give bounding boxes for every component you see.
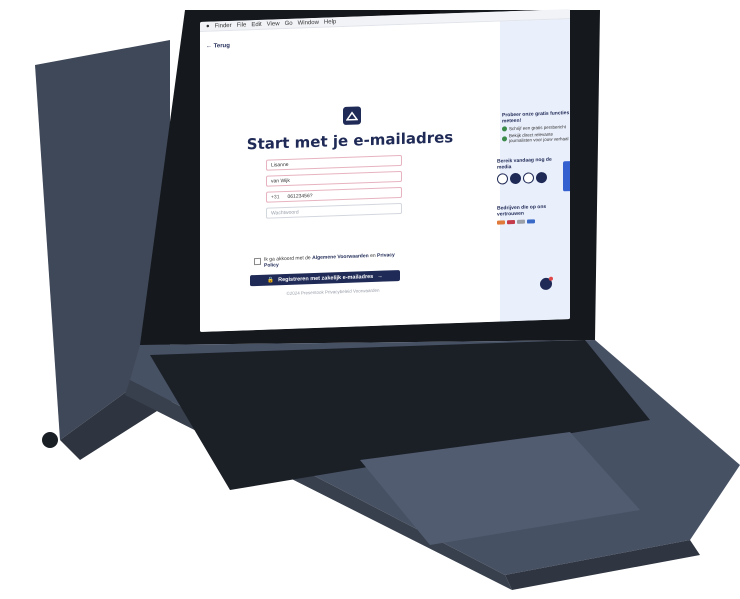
try-features-block: Probeer onze gratis functies meteen! Sch… — [502, 110, 570, 143]
try-item-label: Schrijf een gratis persbericht — [509, 124, 567, 132]
back-link[interactable]: ← Terug — [206, 43, 230, 50]
company-logo — [517, 219, 525, 224]
menu-go[interactable]: Go — [285, 20, 293, 26]
phone-value: 06123456? — [287, 192, 313, 200]
terms-link[interactable]: Algemene Voorwaarden — [312, 253, 369, 261]
consent-checkbox[interactable] — [254, 257, 261, 266]
companies-heading: Bedrijven die op ons vertrouwen — [497, 203, 547, 218]
laptop-scene: ● Finder File Edit View Go Window Help ←… — [0, 0, 740, 599]
media-block: Bereik vandaag nog de media — [497, 156, 567, 185]
company-logo — [507, 219, 515, 225]
try-item: Schrijf een gratis persbericht — [502, 124, 570, 132]
menu-view[interactable]: View — [267, 21, 280, 27]
try-item-label: Bekijk direct relevante journalisten voo… — [509, 131, 569, 144]
apple-icon[interactable]: ● — [206, 23, 210, 29]
menu-edit[interactable]: Edit — [251, 21, 261, 27]
menu-file[interactable]: File — [237, 22, 247, 28]
company-logo — [527, 219, 535, 224]
consent-and: en — [370, 252, 376, 260]
lock-icon: 🔒 — [267, 276, 275, 284]
brand-logo-icon — [343, 106, 361, 126]
media-heading: Bereik vandaag nog de media — [497, 156, 552, 171]
check-icon — [502, 126, 507, 132]
media-logo — [497, 173, 508, 185]
try-heading: Probeer onze gratis functies meteen! — [502, 110, 570, 125]
register-label: Registreren met zakelijk e-mailadres — [278, 273, 374, 283]
laptop-display: ● Finder File Edit View Go Window Help ←… — [200, 9, 570, 332]
feedback-side-tab[interactable] — [563, 161, 570, 192]
phone-prefix[interactable]: +31 — [271, 194, 279, 200]
media-logo — [523, 172, 534, 184]
media-logo — [510, 172, 521, 185]
company-logo — [497, 220, 505, 225]
check-icon — [502, 135, 507, 141]
menu-help[interactable]: Help — [324, 19, 336, 25]
companies-block: Bedrijven die op ons vertrouwen — [497, 203, 567, 225]
media-logo — [536, 171, 547, 184]
menu-finder[interactable]: Finder — [215, 22, 232, 29]
menu-window[interactable]: Window — [298, 19, 319, 26]
back-laptop-foot — [42, 432, 58, 448]
arrow-right-icon: → — [377, 273, 383, 280]
